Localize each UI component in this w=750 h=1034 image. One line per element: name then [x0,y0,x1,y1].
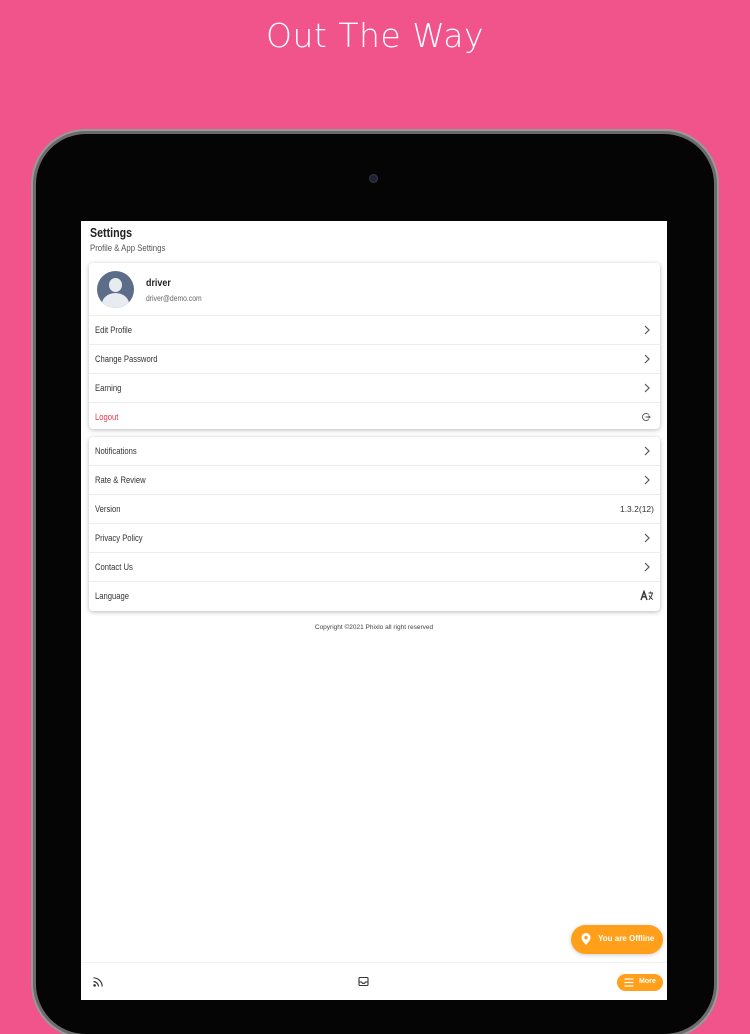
inbox-icon[interactable] [358,976,369,987]
app-screen: Settings Profile & App Settings driver d… [81,221,667,1000]
more-label: More [639,978,656,985]
earning-label: Earning [95,383,122,393]
privacy-policy-item[interactable]: Privacy Policy [89,524,660,553]
change-password-item[interactable]: Change Password [89,345,660,374]
logout-icon [642,412,651,422]
chevron-right-icon [644,533,650,543]
chevron-right-icon [644,354,650,364]
bottom-navigation: More [81,962,667,1000]
chevron-right-icon [644,475,650,485]
version-item: Version 1.3.2(12) [89,495,660,524]
language-label: Language [95,591,130,601]
chevron-right-icon [644,446,650,456]
location-pin-icon [581,933,591,945]
notifications-label: Notifications [95,446,137,456]
feed-icon[interactable] [93,977,103,987]
edit-profile-label: Edit Profile [95,325,133,335]
notifications-item[interactable]: Notifications [89,437,660,466]
app-settings-card: Notifications Rate & Review Version 1.3.… [89,437,660,611]
account-card: driver driver@demo.com Edit Profile Chan… [89,263,660,429]
rate-review-label: Rate & Review [95,475,146,485]
version-value: 1.3.2(12) [619,504,654,514]
copyright-text: Copyright ©2021 Phixlo all right reserve… [314,624,434,631]
version-label: Version [95,504,121,514]
edit-profile-item[interactable]: Edit Profile [89,316,660,345]
language-item[interactable]: Language [89,582,660,610]
profile-email: driver@demo.com [146,294,202,303]
profile-name: driver [146,277,171,289]
earning-item[interactable]: Earning [89,374,660,403]
camera-icon [369,174,378,183]
avatar-body-icon [102,293,129,308]
contact-us-label: Contact Us [95,562,133,572]
privacy-policy-label: Privacy Policy [95,533,143,543]
offline-status-label: You are Offline [598,934,655,943]
chevron-right-icon [644,562,650,572]
rate-review-item[interactable]: Rate & Review [89,466,660,495]
chevron-right-icon [644,325,650,335]
promo-title: Out The Way [266,16,484,55]
logout-label: Logout [95,412,119,422]
chevron-right-icon [644,383,650,393]
avatar-head-icon [109,278,122,292]
page-title: Settings [90,225,133,240]
change-password-label: Change Password [95,354,158,364]
language-icon [640,590,654,601]
more-button[interactable]: More [617,974,663,991]
profile-summary[interactable]: driver driver@demo.com [89,263,660,316]
page-subtitle: Profile & App Settings [90,243,166,254]
contact-us-item[interactable]: Contact Us [89,553,660,582]
menu-icon [624,978,634,987]
logout-item[interactable]: Logout [89,403,660,431]
avatar [97,271,134,308]
offline-status-button[interactable]: You are Offline [571,925,663,954]
